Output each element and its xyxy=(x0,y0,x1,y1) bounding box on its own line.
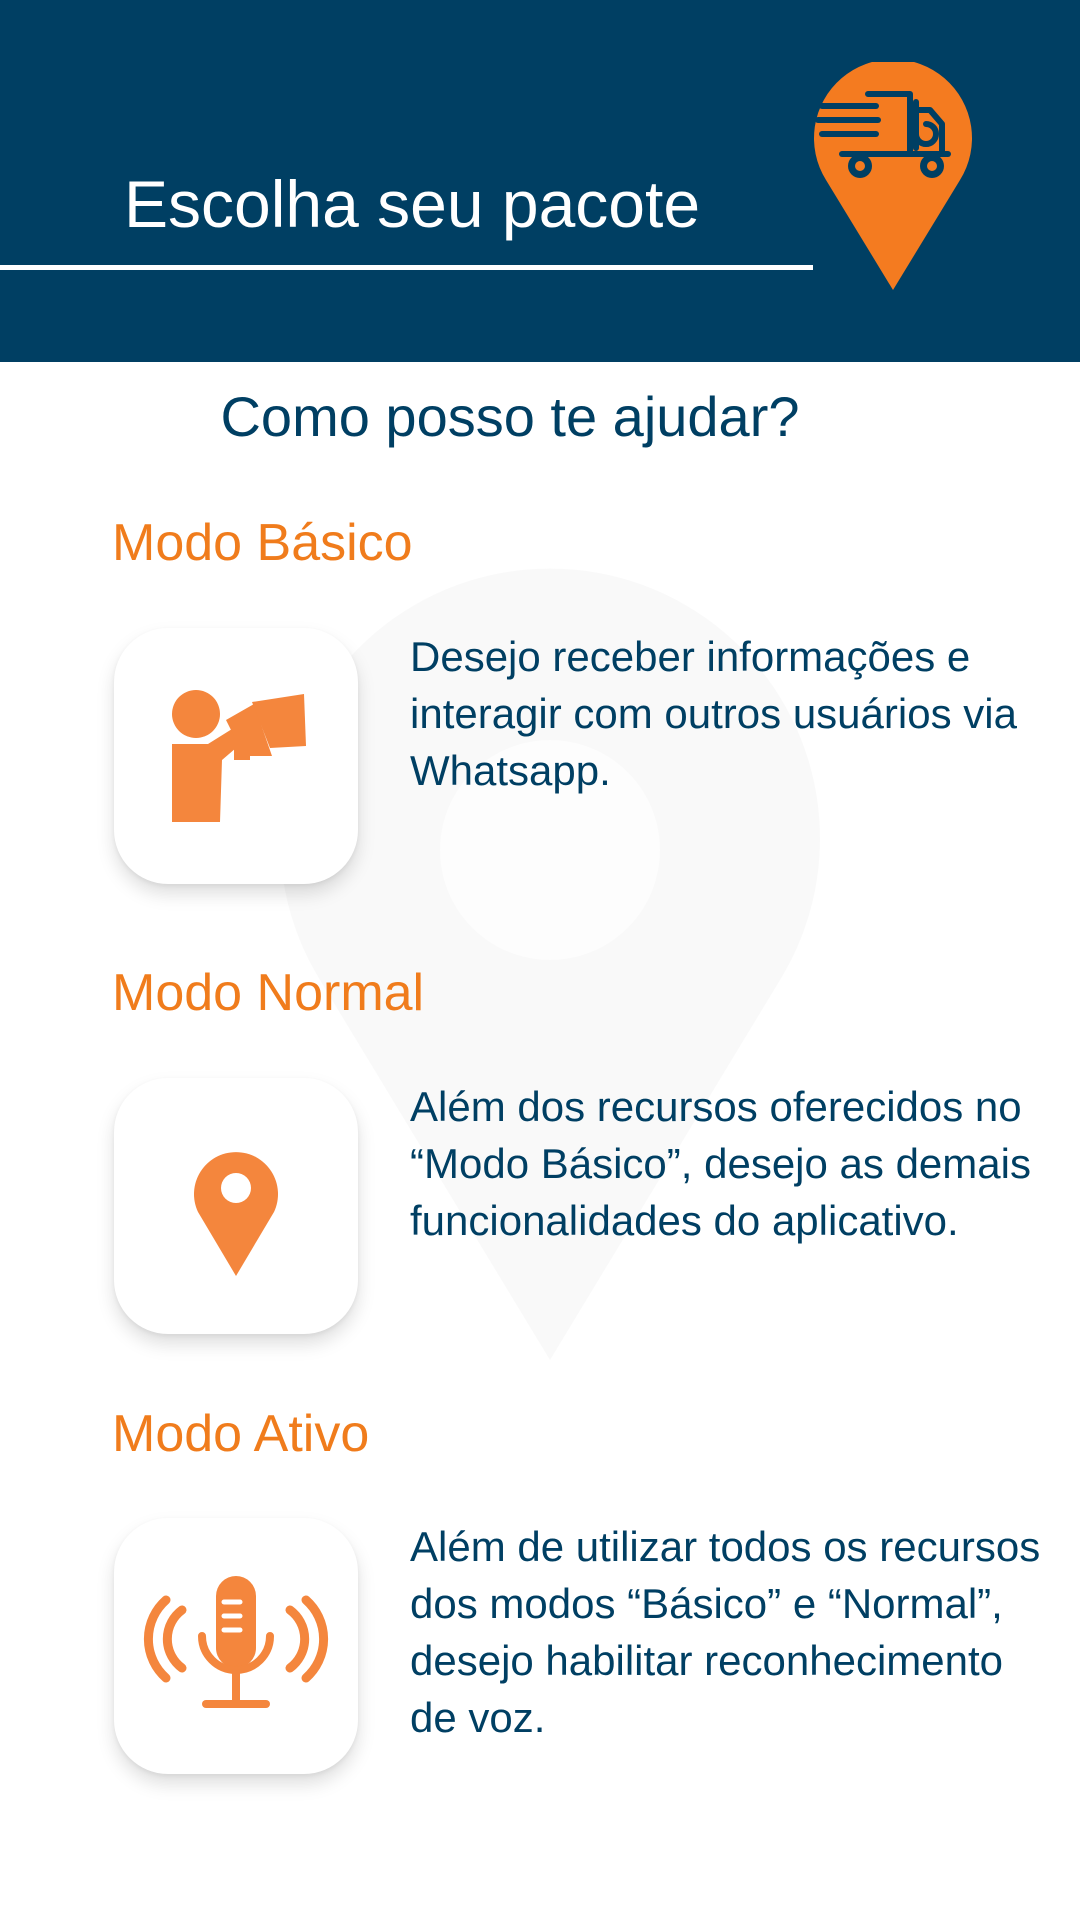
mode-normal-description: Além dos recursos oferecidos no “Modo Bá… xyxy=(410,1083,1031,1244)
subtitle: Como posso te ajudar? xyxy=(220,385,800,448)
mode-active-description: Além de utilizar todos os recursos dos m… xyxy=(410,1523,1041,1741)
mode-basic-description: Desejo receber informações e interagir c… xyxy=(410,633,1017,794)
mode-active-title: Modo Ativo xyxy=(112,1405,370,1463)
mode-normal-card[interactable] xyxy=(114,1078,358,1334)
mode-normal-title: Modo Normal xyxy=(112,964,425,1022)
microphone-voice-icon xyxy=(143,1576,329,1708)
location-pin-icon xyxy=(194,1152,278,1276)
header: Escolha seu pacote xyxy=(0,0,1080,362)
page-title: Escolha seu pacote xyxy=(124,167,701,241)
mode-basic-card[interactable] xyxy=(114,628,358,884)
mode-active-card[interactable] xyxy=(114,1518,358,1774)
megaphone-person-icon xyxy=(172,690,306,822)
mode-basic-title: Modo Básico xyxy=(112,514,413,572)
title-underline-divider xyxy=(0,265,813,270)
delivery-truck-location-pin-icon xyxy=(814,62,972,290)
